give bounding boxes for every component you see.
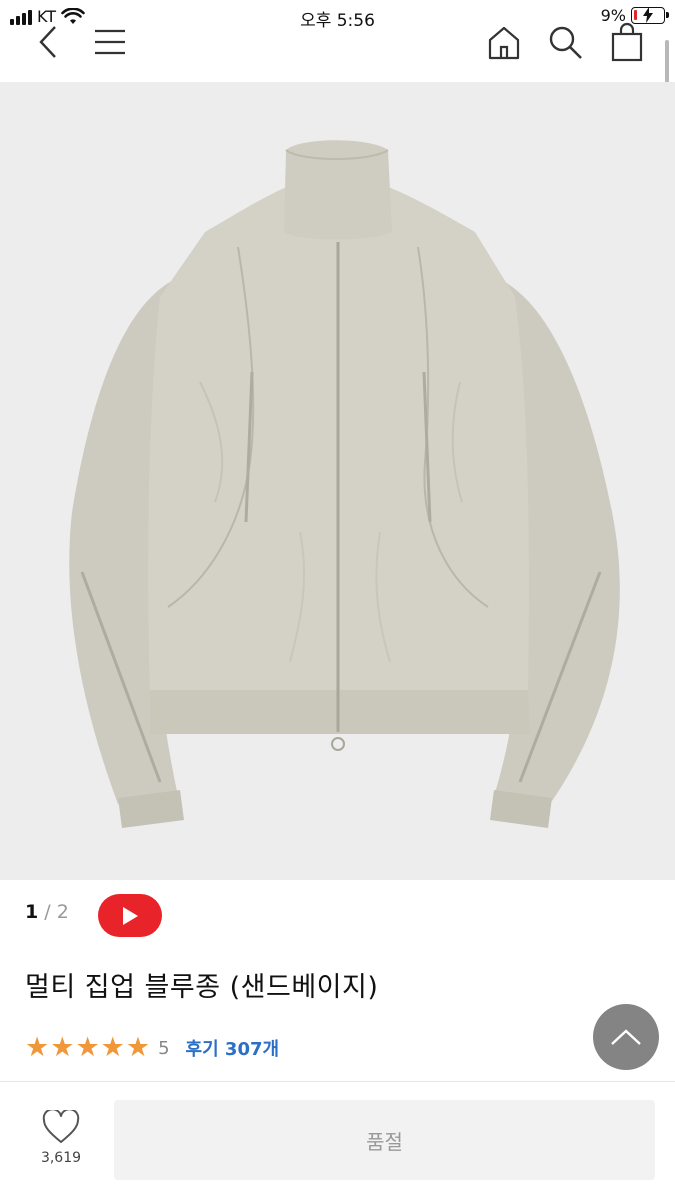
search-icon — [549, 26, 582, 59]
home-icon — [488, 26, 520, 60]
image-counter-total: / 2 — [44, 901, 69, 923]
chevron-up-icon — [611, 1029, 641, 1045]
cart-button[interactable] — [605, 20, 649, 64]
image-counter: 1 / 2 — [25, 901, 69, 923]
back-icon — [39, 26, 56, 58]
star-icon: ★ — [50, 1032, 75, 1063]
menu-icon — [95, 29, 125, 55]
reviews-link[interactable]: 후기 307개 — [186, 1035, 280, 1061]
star-icon: ★ — [125, 1032, 151, 1063]
scroll-to-top-button[interactable] — [593, 1004, 659, 1070]
star-icon: ★ — [25, 1032, 50, 1063]
shopping-bag-icon — [611, 22, 643, 62]
soldout-button[interactable]: 품절 — [114, 1100, 655, 1180]
like-button[interactable]: 3,619 — [32, 1110, 90, 1176]
heart-icon — [42, 1110, 80, 1143]
star-icon: ★ — [75, 1032, 100, 1063]
video-play-button[interactable] — [98, 894, 162, 937]
like-count: 3,619 — [40, 1150, 82, 1166]
rating-stars: ★ ★ ★ ★ ★ — [25, 1034, 150, 1062]
rating-score: 5 — [158, 1037, 170, 1059]
menu-button[interactable] — [88, 20, 132, 64]
rating-row: ★ ★ ★ ★ ★ 5 후기 307개 — [25, 1034, 279, 1062]
play-icon — [123, 906, 138, 925]
star-icon: ★ — [100, 1032, 125, 1063]
home-button[interactable] — [482, 20, 526, 64]
product-image[interactable] — [0, 82, 675, 880]
header-nav — [0, 20, 675, 80]
product-title: 멀티 집업 블루종 (샌드베이지) — [25, 972, 379, 1003]
back-button[interactable] — [28, 20, 68, 64]
search-button[interactable] — [543, 20, 587, 64]
jacket-image — [69, 140, 620, 828]
divider — [0, 1081, 675, 1082]
image-counter-current: 1 — [25, 901, 39, 923]
